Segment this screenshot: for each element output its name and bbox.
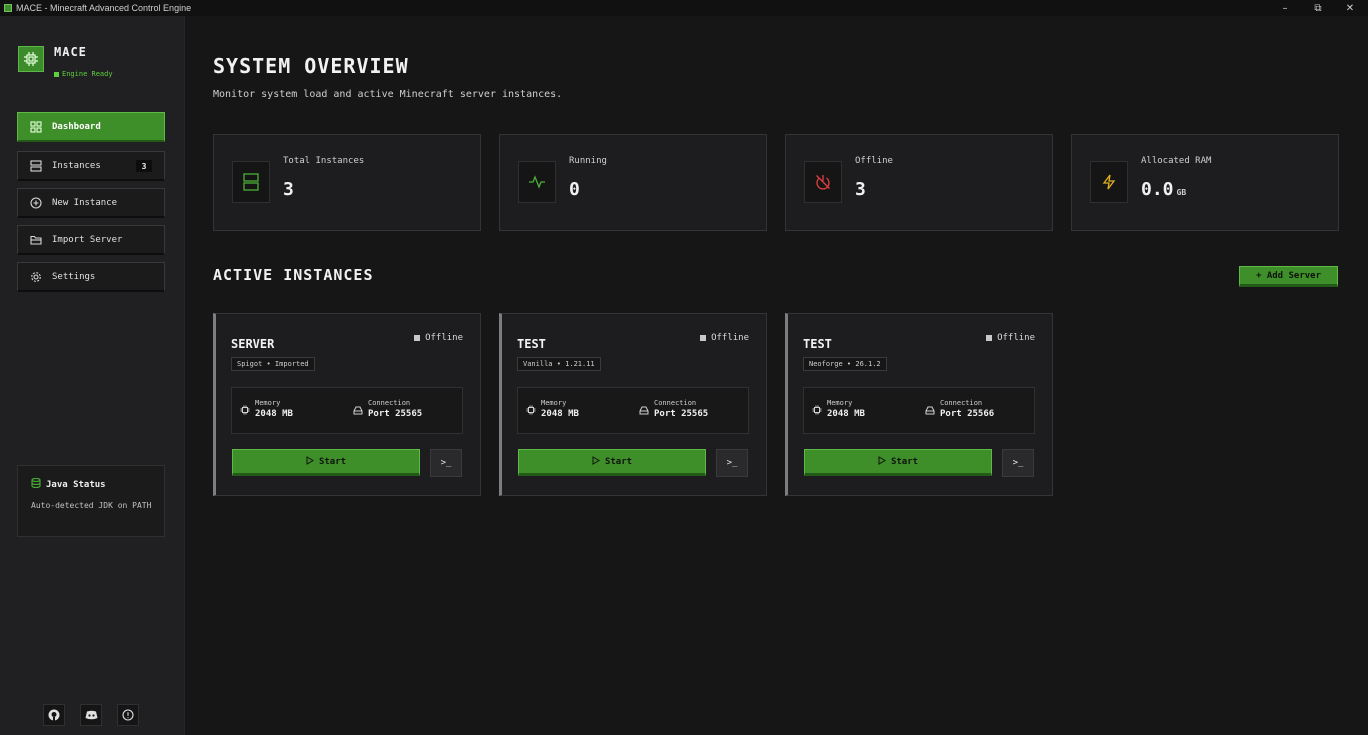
java-status-title: Java Status xyxy=(46,479,106,490)
restore-button[interactable]: ⧉ xyxy=(1303,0,1333,16)
section-title: ACTIVE INSTANCES xyxy=(213,266,374,284)
nav-new-instance[interactable]: New Instance xyxy=(17,188,165,218)
page-subtitle: Monitor system load and active Minecraft… xyxy=(213,89,563,100)
folder-icon xyxy=(30,234,42,246)
nav-label: Settings xyxy=(52,271,96,282)
stat-label: Offline xyxy=(855,156,893,166)
nav-import-server[interactable]: Import Server xyxy=(17,225,165,255)
nav-label: Dashboard xyxy=(52,121,101,132)
gear-icon xyxy=(30,271,42,283)
java-status-panel: Java Status Auto-detected JDK on PATH xyxy=(17,465,165,537)
status-dot-icon xyxy=(54,71,59,77)
add-server-button[interactable]: + Add Server xyxy=(1239,266,1338,287)
database-icon xyxy=(31,477,41,491)
instance-card[interactable]: TEST Offline Vanilla • 1.21.11 Memory 204… xyxy=(499,313,767,496)
connection-label: Connection xyxy=(940,399,983,407)
instance-name: TEST xyxy=(803,337,832,351)
engine-status-text: Engine Ready xyxy=(62,70,113,78)
chip-logo-icon xyxy=(18,46,44,72)
stat-value: 0 xyxy=(569,179,580,200)
title-bar: MACE - Minecraft Advanced Control Engine… xyxy=(0,0,1368,16)
page-title: SYSTEM OVERVIEW xyxy=(213,54,409,78)
activity-icon xyxy=(518,161,556,203)
status-badge: Offline xyxy=(700,333,749,343)
memory-label: Memory xyxy=(541,399,567,407)
info-icon[interactable] xyxy=(117,704,139,726)
nav-dashboard[interactable]: Dashboard xyxy=(17,112,165,142)
engine-status: Engine Ready xyxy=(54,70,113,78)
stat-value: 3 xyxy=(855,179,866,200)
stat-card-total: Total Instances 3 xyxy=(213,134,481,231)
connection-label: Connection xyxy=(654,399,697,407)
memory-label: Memory xyxy=(827,399,853,407)
lightning-icon xyxy=(1090,161,1128,203)
instances-count-badge: 3 xyxy=(136,160,152,172)
github-icon[interactable] xyxy=(43,704,65,726)
instance-info: Memory 2048 MB Connection Port 25566 xyxy=(803,387,1035,434)
app-icon xyxy=(4,4,12,12)
stat-card-running: Running 0 xyxy=(499,134,767,231)
sidebar: MACE Engine Ready Dashboard Instances 3 … xyxy=(0,16,185,735)
instance-tag: Neoforge • 26.1.2 xyxy=(803,357,887,371)
stat-unit: GB xyxy=(1176,188,1187,197)
nav-label: Import Server xyxy=(52,234,123,245)
status-badge: Offline xyxy=(414,333,463,343)
play-icon xyxy=(306,455,314,468)
play-icon xyxy=(878,455,886,468)
memory-value: 2048 MB xyxy=(827,409,865,419)
nav-label: New Instance xyxy=(52,197,118,208)
start-button[interactable]: Start xyxy=(518,449,706,476)
stat-label: Total Instances xyxy=(283,156,365,166)
nav-label: Instances xyxy=(52,160,101,171)
stat-value: 3 xyxy=(283,179,294,200)
memory-label: Memory xyxy=(255,399,281,407)
chip-icon xyxy=(526,400,536,419)
minimize-button[interactable]: – xyxy=(1270,0,1300,16)
java-status-description: Auto-detected JDK on PATH xyxy=(31,501,152,510)
terminal-button[interactable]: >_ xyxy=(430,449,462,477)
terminal-button[interactable]: >_ xyxy=(716,449,748,477)
drive-icon xyxy=(353,400,363,419)
start-button[interactable]: Start xyxy=(232,449,420,476)
discord-icon[interactable] xyxy=(80,704,102,726)
plus-circle-icon xyxy=(30,196,42,209)
chip-icon xyxy=(240,400,250,419)
nav-settings[interactable]: Settings xyxy=(17,262,165,292)
server-icon xyxy=(232,161,270,203)
port-value: Port 25566 xyxy=(940,409,995,419)
drive-icon xyxy=(639,400,649,419)
server-icon xyxy=(30,159,42,172)
brand-name: MACE xyxy=(54,45,87,59)
port-value: Port 25565 xyxy=(368,409,423,419)
stat-label: Allocated RAM xyxy=(1141,156,1212,166)
instance-card[interactable]: TEST Offline Neoforge • 26.1.2 Memory 204… xyxy=(785,313,1053,496)
window-title: MACE - Minecraft Advanced Control Engine xyxy=(16,3,192,13)
stat-label: Running xyxy=(569,156,607,166)
stat-value: 0.0 GB xyxy=(1141,179,1187,200)
instance-info: Memory 2048 MB Connection Port 25565 xyxy=(517,387,749,434)
main-content: SYSTEM OVERVIEW Monitor system load and … xyxy=(186,16,1368,735)
stat-card-ram: Allocated RAM 0.0 GB xyxy=(1071,134,1339,231)
terminal-button[interactable]: >_ xyxy=(1002,449,1034,477)
play-icon xyxy=(592,455,600,468)
drive-icon xyxy=(925,400,935,419)
port-value: Port 25565 xyxy=(654,409,709,419)
close-button[interactable]: ✕ xyxy=(1335,0,1365,16)
instance-tag: Spigot • Imported xyxy=(231,357,315,371)
chip-icon xyxy=(812,400,822,419)
power-off-icon xyxy=(804,161,842,203)
instance-info: Memory 2048 MB Connection Port 25565 xyxy=(231,387,463,434)
instance-tag: Vanilla • 1.21.11 xyxy=(517,357,601,371)
instance-name: SERVER xyxy=(231,337,275,351)
memory-value: 2048 MB xyxy=(255,409,293,419)
stat-card-offline: Offline 3 xyxy=(785,134,1053,231)
instance-name: TEST xyxy=(517,337,546,351)
memory-value: 2048 MB xyxy=(541,409,579,419)
nav-instances[interactable]: Instances 3 xyxy=(17,151,165,181)
grid-icon xyxy=(30,120,42,133)
connection-label: Connection xyxy=(368,399,411,407)
instance-card[interactable]: SERVER Offline Spigot • Imported Memory 2… xyxy=(213,313,481,496)
status-badge: Offline xyxy=(986,333,1035,343)
start-button[interactable]: Start xyxy=(804,449,992,476)
